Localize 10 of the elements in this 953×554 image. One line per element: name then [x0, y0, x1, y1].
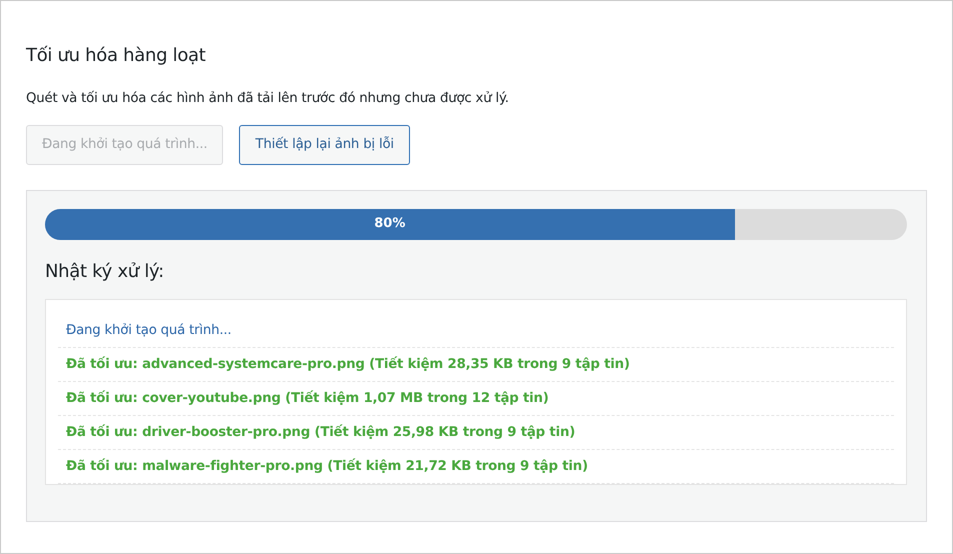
reset-button[interactable]: Thiết lập lại ảnh bị lỗi	[239, 124, 410, 165]
description-text: Quét và tối ưu hóa các hình ảnh đã tải lên trước đó nhưng chưa được xử lý.	[26, 90, 510, 108]
progress-label: 80%	[374, 215, 406, 234]
log-entry: Đã tối ưu: advanced-systemcare-pro.png (Tiết kiệm 28,35 KB trong 9 tập tin)	[58, 348, 894, 382]
log-entry: Đã tối ưu: malware-fighter-pro.png (Tiết kiệm 21,72 KB trong 9 tập tin)	[58, 450, 894, 484]
log-entry: Đã tối ưu: driver-booster-pro.png (Tiết kiệm 25,98 KB trong 9 tập tin)	[58, 416, 894, 450]
section-title: Tối ưu hóa hàng loạt	[26, 45, 207, 67]
log-heading: Nhật ký xử lý:	[45, 260, 165, 282]
log-entry: Đã tối ưu: cover-youtube.png (Tiết kiệm 1,07 MB trong 12 tập tin)	[58, 382, 894, 416]
log-entry: Đang khởi tạo quá trình...	[58, 314, 894, 348]
